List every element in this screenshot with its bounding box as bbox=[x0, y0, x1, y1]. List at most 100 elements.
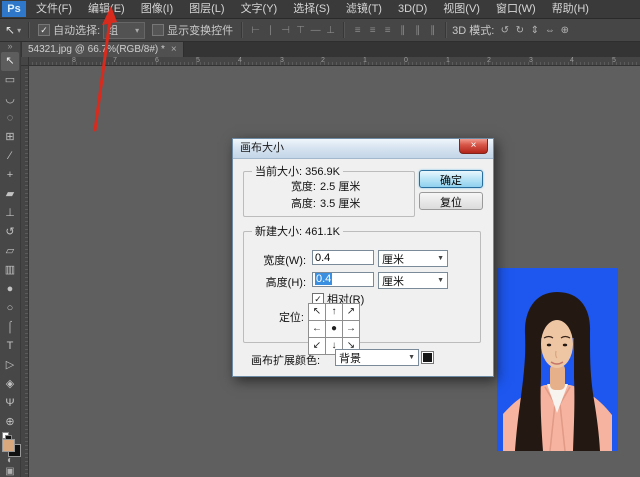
auto-select-checkbox[interactable]: ✓ bbox=[38, 24, 50, 36]
crop-tool-icon: ⊞ bbox=[5, 131, 14, 143]
ok-button[interactable]: 确定 bbox=[419, 170, 483, 188]
extension-color-dropdown[interactable]: 背景 ▼ bbox=[335, 349, 419, 366]
distribute-right-icon[interactable]: ∥ bbox=[425, 25, 440, 36]
height-unit-dropdown[interactable]: 厘米 ▼ bbox=[378, 272, 448, 289]
options-bar: ↖ ▾ ✓ 自动选择: 组 ▾ ✓ 显示变换控件 ⊢ ∣ ⊣ ⊤ — ⊥ ≡ ≡… bbox=[0, 19, 640, 42]
align-right-icon[interactable]: ⊣ bbox=[278, 25, 293, 36]
dodge-tool[interactable]: ○ bbox=[1, 299, 19, 318]
show-transform-checkbox[interactable]: ✓ bbox=[152, 24, 164, 36]
align-top-icon[interactable]: ⊤ bbox=[293, 25, 308, 36]
tool-preset-caret-icon[interactable]: ▾ bbox=[17, 26, 21, 35]
menu-type[interactable]: 文字(Y) bbox=[233, 0, 286, 18]
distribute-vcenter-icon[interactable]: ≡ bbox=[365, 25, 380, 36]
path-selection-tool[interactable]: ▷ bbox=[1, 356, 19, 375]
crop-tool[interactable]: ⊞ bbox=[1, 128, 19, 147]
eyedropper-tool[interactable]: ∕ bbox=[1, 147, 19, 166]
horizontal-ruler[interactable]: 8 7 6 5 4 3 2 1 0 1 2 3 4 5 bbox=[20, 57, 640, 66]
zoom-tool[interactable]: ⊕ bbox=[1, 413, 19, 432]
dialog-title-bar[interactable]: 画布大小 × bbox=[233, 139, 493, 159]
reset-button[interactable]: 复位 bbox=[419, 192, 483, 210]
align-left-icon[interactable]: ⊢ bbox=[248, 25, 263, 36]
menu-view[interactable]: 视图(V) bbox=[435, 0, 488, 18]
quick-selection-tool[interactable]: ◌ bbox=[1, 109, 19, 128]
menu-file[interactable]: 文件(F) bbox=[28, 0, 80, 18]
width-unit-value: 厘米 bbox=[382, 251, 404, 267]
3d-slide-icon[interactable]: ⇔ bbox=[542, 25, 557, 36]
height-input[interactable]: 0.4 bbox=[312, 272, 374, 287]
menu-filter[interactable]: 滤镜(T) bbox=[338, 0, 390, 18]
anchor-left-cell[interactable]: ← bbox=[309, 321, 326, 338]
hand-tool[interactable]: Ψ bbox=[1, 394, 19, 413]
menu-help[interactable]: 帮助(H) bbox=[544, 0, 597, 18]
brush-tool-icon: ▰ bbox=[6, 188, 14, 200]
show-transform-label: 显示变换控件 bbox=[167, 22, 233, 38]
gradient-tool[interactable]: ▥ bbox=[1, 261, 19, 280]
move-tool-preset-icon[interactable]: ↖ bbox=[5, 23, 15, 37]
lasso-tool[interactable]: ◡ bbox=[1, 90, 19, 109]
document-photo[interactable] bbox=[497, 268, 618, 451]
width-unit-dropdown[interactable]: 厘米 ▼ bbox=[378, 250, 448, 267]
clone-stamp-tool[interactable]: ⊥ bbox=[1, 204, 19, 223]
anchor-center-cell[interactable]: ● bbox=[326, 321, 343, 338]
foreground-color-swatch[interactable] bbox=[2, 439, 15, 452]
document-tab-title: 54321.jpg @ 66.7%(RGB/8#) * bbox=[28, 42, 165, 57]
distribute-top-icon[interactable]: ≡ bbox=[350, 25, 365, 36]
photoshop-window: Ps 文件(F) 编辑(E) 图像(I) 图层(L) 文字(Y) 选择(S) 滤… bbox=[0, 0, 640, 477]
ruler-number: 4 bbox=[238, 57, 242, 64]
align-vcenter-icon[interactable]: — bbox=[308, 25, 323, 36]
menu-layer[interactable]: 图层(L) bbox=[181, 0, 232, 18]
shape-tool[interactable]: ◈ bbox=[1, 375, 19, 394]
photoshop-logo-icon[interactable]: Ps bbox=[2, 1, 26, 17]
dialog-close-button[interactable]: × bbox=[459, 139, 488, 154]
move-tool[interactable]: ↖ bbox=[1, 52, 19, 71]
screen-mode-icon[interactable]: ▣ bbox=[1, 466, 19, 477]
zoom-tool-icon: ⊕ bbox=[5, 416, 14, 428]
chevron-down-icon: ▼ bbox=[437, 277, 444, 284]
ruler-number: 2 bbox=[487, 57, 491, 64]
anchor-top-cell[interactable]: ↑ bbox=[326, 304, 343, 321]
anchor-top-left-cell[interactable]: ↖ bbox=[309, 304, 326, 321]
divider bbox=[28, 22, 30, 38]
3d-roll-icon[interactable]: ↻ bbox=[512, 25, 527, 36]
3d-scale-icon[interactable]: ⊕ bbox=[557, 25, 572, 36]
mode-3d-label: 3D 模式: bbox=[452, 22, 494, 38]
rectangular-marquee-tool[interactable]: ▭ bbox=[1, 71, 19, 90]
ruler-number: 1 bbox=[446, 57, 450, 64]
anchor-top-right-cell[interactable]: ↗ bbox=[343, 304, 360, 321]
align-hcenter-icon[interactable]: ∣ bbox=[263, 25, 278, 36]
divider bbox=[343, 22, 345, 38]
distribute-bottom-icon[interactable]: ≡ bbox=[380, 25, 395, 36]
3d-drag-icon[interactable]: ⇕ bbox=[527, 25, 542, 36]
vertical-ruler[interactable] bbox=[20, 65, 29, 477]
ruler-number: 4 bbox=[570, 57, 574, 64]
document-tab[interactable]: 54321.jpg @ 66.7%(RGB/8#) * × bbox=[22, 42, 184, 57]
menu-3d[interactable]: 3D(D) bbox=[390, 0, 435, 18]
menu-edit[interactable]: 编辑(E) bbox=[80, 0, 133, 18]
extension-color-swatch[interactable] bbox=[421, 351, 434, 364]
menu-image[interactable]: 图像(I) bbox=[133, 0, 181, 18]
shape-tool-icon: ◈ bbox=[6, 378, 14, 390]
tools-panel: » ↖ ▭ ◡ ◌ ⊞ ∕ + ▰ ⊥ ↺ ▱ ▥ ● ○ ⌠ T ▷ ◈ Ψ … bbox=[0, 42, 21, 477]
new-height-label: 高度(H): bbox=[246, 274, 306, 290]
align-bottom-icon[interactable]: ⊥ bbox=[323, 25, 338, 36]
spot-healing-brush-tool[interactable]: + bbox=[1, 166, 19, 185]
3d-rotate-icon[interactable]: ↺ bbox=[497, 25, 512, 36]
collapse-tools-button[interactable]: » bbox=[0, 42, 20, 52]
ruler-number: 1 bbox=[363, 57, 367, 64]
new-width-label: 宽度(W): bbox=[246, 252, 306, 268]
blur-tool[interactable]: ● bbox=[1, 280, 19, 299]
width-input[interactable] bbox=[312, 250, 374, 265]
distribute-hcenter-icon[interactable]: ∥ bbox=[410, 25, 425, 36]
brush-tool[interactable]: ▰ bbox=[1, 185, 19, 204]
tab-close-icon[interactable]: × bbox=[171, 42, 177, 57]
menu-select[interactable]: 选择(S) bbox=[285, 0, 338, 18]
auto-select-target-dropdown[interactable]: 组 ▾ bbox=[103, 22, 145, 39]
anchor-right-cell[interactable]: → bbox=[343, 321, 360, 338]
pen-tool[interactable]: ⌠ bbox=[1, 318, 19, 337]
menu-window[interactable]: 窗口(W) bbox=[488, 0, 544, 18]
type-tool[interactable]: T bbox=[1, 337, 19, 356]
chevron-down-icon: ▾ bbox=[135, 26, 139, 35]
eraser-tool[interactable]: ▱ bbox=[1, 242, 19, 261]
history-brush-tool[interactable]: ↺ bbox=[1, 223, 19, 242]
distribute-left-icon[interactable]: ∥ bbox=[395, 25, 410, 36]
